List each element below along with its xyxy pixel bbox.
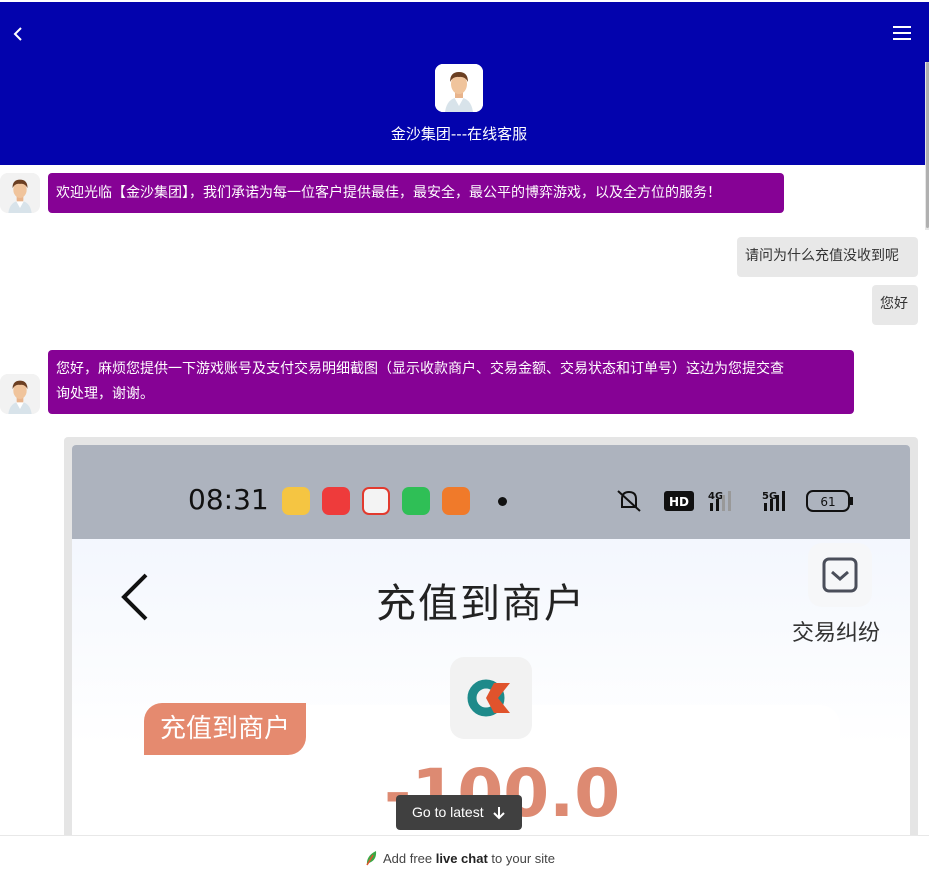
chat-header: 金沙集团---在线客服 [0, 0, 929, 165]
message-app-icon [402, 487, 430, 515]
powered-by-footer: Add free live chat to your site [0, 835, 929, 878]
recharge-tag: 充值到商户 [144, 703, 307, 755]
svg-text:61: 61 [820, 495, 835, 509]
battery-icon: 61 [806, 490, 853, 512]
chevron-left-icon[interactable] [8, 24, 28, 44]
agent-avatar [435, 64, 483, 112]
merchant-logo [450, 657, 532, 739]
footer-bold: live chat [435, 851, 488, 866]
phone-clock: 08:31 [188, 483, 269, 516]
hamburger-menu-icon[interactable] [891, 24, 913, 42]
svg-text:4G: 4G [708, 491, 723, 502]
svg-text:5G: 5G [762, 491, 777, 502]
music-app-icon [322, 487, 350, 515]
signal-5g-icon: 5G [762, 491, 785, 511]
merchant-logo-icon [467, 679, 510, 717]
message-text: 欢迎光临【金沙集团】，我们承诺为每一位客户提供最佳，最安全，最公平的博弈游戏，以… [56, 185, 721, 201]
weather-app-icon [442, 487, 470, 515]
image-attachment[interactable]: 08:31 HD 4G 5G 61 充值到商户 交易纠纷 充值到商户 -100.… [64, 437, 918, 857]
footer-prefix: Add free [383, 851, 436, 866]
screenshot-title: 充值到商户 [376, 581, 586, 627]
leaf-logo-icon [366, 851, 377, 866]
notification-dot [498, 497, 507, 506]
svg-text:HD: HD [669, 495, 689, 509]
message-text: 您好 [880, 296, 908, 312]
taobao-app-icon [362, 487, 390, 515]
person-avatar-icon [0, 374, 40, 414]
arrow-down-icon [493, 807, 505, 820]
dispute-button [808, 543, 872, 607]
go-to-latest-button[interactable]: Go to latest [396, 795, 522, 830]
user-message-bubble: 请问为什么充值没收到呢 [737, 237, 918, 277]
person-avatar-icon [435, 64, 483, 112]
agent-message-avatar [0, 374, 40, 414]
message-text-line: 您好，麻烦您提供一下游戏账号及支付交易明细截图（显示收款商户、交易金额、交易状态… [56, 361, 784, 377]
dispute-label: 交易纠纷 [792, 621, 881, 646]
user-message-bubble: 您好 [872, 285, 918, 325]
chevron-down-box-icon [822, 557, 858, 593]
chat-page: 金沙集团---在线客服 欢迎光临【金沙集团】，我们承诺为每一位客户提供最佳，最安… [0, 0, 929, 878]
book-app-icon [282, 487, 310, 515]
person-avatar-icon [0, 173, 40, 213]
agent-message-avatar [0, 173, 40, 213]
agent-message-bubble: 您好，麻烦您提供一下游戏账号及支付交易明细截图（显示收款商户、交易金额、交易状态… [48, 350, 854, 414]
chevron-left-icon [121, 573, 148, 621]
footer-suffix: to your site [487, 851, 555, 866]
phone-status-icons: HD 4G 5G 61 [617, 490, 853, 512]
go-to-latest-label: Go to latest [412, 804, 484, 820]
message-text-line: 询处理，谢谢。 [56, 386, 154, 402]
agent-message-bubble: 欢迎光临【金沙集团】，我们承诺为每一位客户提供最佳，最安全，最公平的博弈游戏，以… [48, 173, 784, 213]
muted-bell-icon [617, 490, 641, 512]
footer-link[interactable]: Add free live chat to your site [364, 850, 555, 866]
signal-4g-icon: 4G [708, 491, 731, 511]
phone-status-bar: 08:31 HD 4G 5G 61 [72, 445, 910, 539]
header-title: 金沙集团---在线客服 [390, 125, 528, 143]
message-text: 请问为什么充值没收到呢 [745, 248, 899, 264]
hd-icon: HD [664, 491, 694, 511]
